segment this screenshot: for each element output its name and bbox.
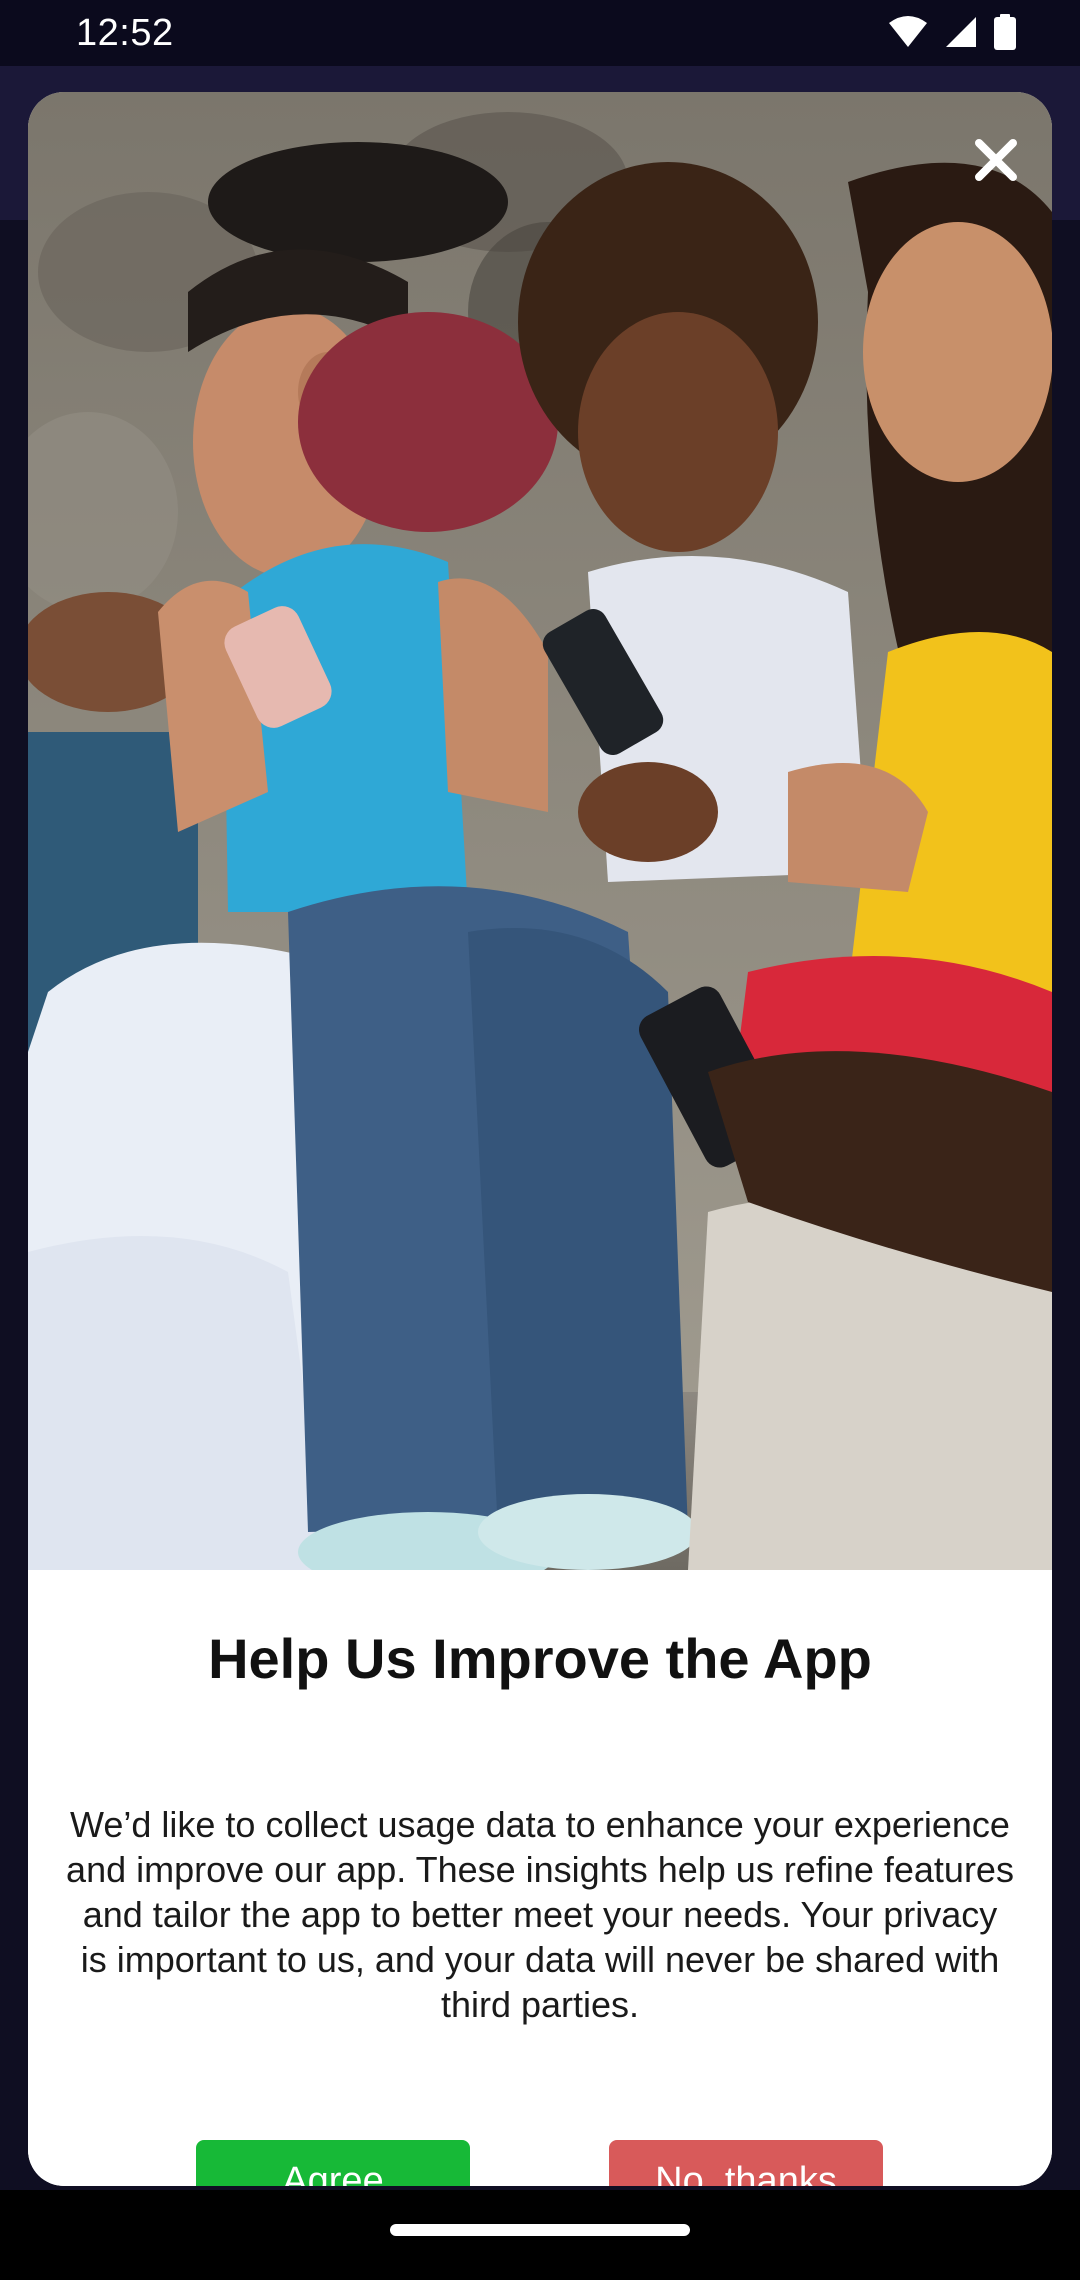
hero-image (28, 92, 1052, 1570)
close-icon (975, 139, 1017, 181)
status-bar: 12:52 (0, 0, 1080, 66)
consent-dialog: Help Us Improve the App We’d like to col… (28, 92, 1052, 2186)
hero-photo-illustration (28, 92, 1052, 1570)
battery-icon (994, 14, 1016, 55)
dialog-content: Help Us Improve the App We’d like to col… (28, 1570, 1052, 2186)
status-icons (888, 14, 1016, 55)
navigation-bar (0, 2190, 1080, 2280)
dialog-body: We’d like to collect usage data to enhan… (66, 1804, 1014, 2025)
device-screen: 12:52 Help Us Improve the App We’d like … (0, 0, 1080, 2280)
status-time: 12:52 (76, 12, 174, 54)
home-gesture-handle[interactable] (390, 2224, 690, 2236)
close-button[interactable] (964, 128, 1028, 192)
decline-button[interactable]: No, thanks (609, 2140, 883, 2186)
wifi-icon (888, 15, 928, 54)
cellular-signal-icon (944, 15, 978, 54)
agree-button[interactable]: Agree (196, 2140, 470, 2186)
dialog-title: Help Us Improve the App (208, 1627, 872, 1690)
